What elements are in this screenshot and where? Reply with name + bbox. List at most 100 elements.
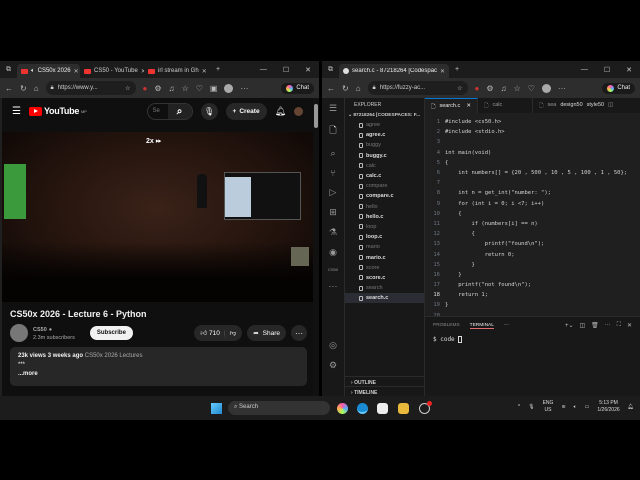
- start-button[interactable]: [211, 403, 222, 414]
- favorite-star-icon[interactable]: ☆: [125, 85, 130, 92]
- search-icon[interactable]: ⌕: [167, 103, 192, 119]
- file-item[interactable]: score: [345, 263, 424, 273]
- menu-icon[interactable]: ☰: [329, 103, 337, 114]
- account-avatar[interactable]: [294, 106, 303, 116]
- favorite-star-icon[interactable]: ☆: [457, 85, 462, 92]
- file-item[interactable]: compare.c: [345, 191, 424, 201]
- github-icon[interactable]: ◉: [329, 247, 337, 258]
- file-item[interactable]: hello: [345, 202, 424, 212]
- file-item[interactable]: hello.c: [345, 212, 424, 222]
- more-icon[interactable]: ···: [240, 84, 248, 93]
- close-tab-icon[interactable]: ✕: [74, 68, 79, 75]
- settings-icon[interactable]: ⚙: [486, 84, 493, 93]
- url-field[interactable]: 🔒︎ https://www.y... ☆: [45, 81, 136, 95]
- extension-icon[interactable]: ●: [475, 84, 480, 93]
- more-actions-button[interactable]: ···: [291, 325, 307, 341]
- back-icon[interactable]: ←: [5, 84, 13, 93]
- tab-cs50x-lecture[interactable]: 🔈︎ CS50x 2026 ✕: [17, 64, 80, 78]
- url-field[interactable]: 🔒︎ https://fuzzy-ac... ☆: [367, 81, 468, 95]
- copilot-chat-button[interactable]: Chat: [281, 82, 314, 94]
- file-item[interactable]: loop.c: [345, 232, 424, 242]
- profile-avatar[interactable]: [224, 83, 234, 93]
- subscribe-button[interactable]: Subscribe: [89, 326, 133, 340]
- refresh-icon[interactable]: ↻: [342, 84, 349, 93]
- playlist-link[interactable]: CS50x 2026 Lectures: [85, 353, 143, 359]
- file-item[interactable]: buggy: [345, 140, 424, 150]
- editor-tab-search[interactable]: 🗋 sea: [533, 98, 558, 113]
- design50-button[interactable]: design50: [558, 98, 584, 113]
- new-tab-button[interactable]: +: [449, 66, 465, 73]
- browser-essentials-icon[interactable]: ♡: [528, 84, 535, 93]
- file-item[interactable]: loop: [345, 222, 424, 232]
- code-editor[interactable]: 1 #include <cs50.h> 2 #include <stdio.h> 3 4 i…: [425, 113, 640, 321]
- editor-tab-search-c[interactable]: 🗋 search.c ✕: [425, 98, 478, 113]
- editor-tab-calc[interactable]: 🗋 calc: [478, 98, 533, 113]
- taskbar-search[interactable]: ⌕ Search: [228, 401, 330, 415]
- source-control-icon[interactable]: ⑂: [330, 168, 335, 178]
- workspaces-icon[interactable]: ⧉: [322, 66, 339, 74]
- file-item[interactable]: calc.c: [345, 171, 424, 181]
- store-app-icon[interactable]: [377, 403, 388, 414]
- notifications-bell-icon[interactable]: 🔔︎: [275, 106, 286, 117]
- outline-section[interactable]: › OUTLINE: [345, 376, 424, 386]
- channel-name[interactable]: CS50: [33, 327, 47, 333]
- refresh-icon[interactable]: ↻: [20, 84, 27, 93]
- home-icon[interactable]: ⌂: [34, 84, 39, 93]
- share-button[interactable]: ➦ Share: [247, 325, 286, 341]
- search-input[interactable]: Se: [148, 104, 168, 119]
- close-window-button[interactable]: ✕: [305, 66, 311, 74]
- favorites-icon[interactable]: ☆: [182, 84, 189, 93]
- close-panel-icon[interactable]: ✕: [627, 322, 632, 329]
- close-tab-icon[interactable]: ✕: [202, 68, 207, 75]
- clock[interactable]: 5:13 PM 1/26/2026: [597, 400, 619, 414]
- file-item[interactable]: calc: [345, 161, 424, 171]
- notifications-bell-icon[interactable]: 🔔︎: [628, 404, 634, 410]
- close-tab-icon[interactable]: ✕: [466, 103, 471, 109]
- home-icon[interactable]: ⌂: [356, 84, 361, 93]
- new-terminal-icon[interactable]: +⌄: [565, 322, 574, 329]
- tab-problems[interactable]: PROBLEMS: [433, 323, 460, 328]
- wifi-icon[interactable]: ≋: [561, 404, 565, 410]
- show-more-link[interactable]: ...more: [18, 370, 299, 379]
- media-icon[interactable]: ♫: [169, 84, 175, 93]
- testing-icon[interactable]: ⚗: [329, 227, 337, 238]
- video-player[interactable]: 2x ⏩︎: [2, 132, 313, 302]
- browser-essentials-icon[interactable]: ♡: [196, 84, 203, 93]
- file-item[interactable]: agree: [345, 120, 424, 130]
- manage-gear-icon[interactable]: ⚙: [329, 360, 337, 371]
- minus-icon[interactable]: —: [504, 323, 509, 328]
- youtube-logo[interactable]: YouTube MP: [28, 106, 87, 116]
- extension-icon[interactable]: ●: [143, 84, 148, 93]
- file-item[interactable]: buggy.c: [345, 151, 424, 161]
- file-item[interactable]: search: [345, 283, 424, 293]
- dislike-button[interactable]: 👎︎: [230, 329, 237, 337]
- tab-terminal[interactable]: TERMINAL: [469, 323, 494, 329]
- more-icon[interactable]: ···: [558, 84, 566, 93]
- battery-icon[interactable]: ▭: [585, 404, 590, 410]
- trash-icon[interactable]: 🗑︎: [591, 322, 599, 329]
- file-item[interactable]: compare: [345, 181, 424, 191]
- maximize-button[interactable]: ☐: [283, 66, 289, 74]
- search-box[interactable]: Se ⌕: [146, 102, 193, 120]
- maximize-panel-icon[interactable]: ⛶: [617, 322, 621, 329]
- file-item[interactable]: mario.c: [345, 252, 424, 262]
- workspaces-icon[interactable]: ⧉: [0, 66, 17, 74]
- voice-search-button[interactable]: 🎙︎: [200, 102, 218, 120]
- chevron-up-icon[interactable]: ^: [518, 404, 520, 410]
- workspace-root[interactable]: ⌄ 87218264 [CODESPACES: F...: [345, 111, 424, 120]
- copilot-chat-button[interactable]: Chat: [602, 82, 635, 94]
- explorer-icon[interactable]: 🗋: [329, 123, 336, 139]
- speaker-icon[interactable]: 🔈︎: [31, 68, 35, 75]
- search-icon[interactable]: ⌕: [330, 148, 335, 159]
- tab-search-c[interactable]: search.c - 87218264 [Codespaces: ✕: [339, 64, 449, 78]
- terminal[interactable]: $ code: [425, 334, 640, 345]
- scrollbar-thumb[interactable]: [314, 104, 318, 128]
- clock-app-icon[interactable]: [419, 401, 432, 414]
- close-tab-icon[interactable]: ✕: [440, 68, 445, 75]
- description-box[interactable]: 23k views 3 weeks ago CS50x 2026 Lecture…: [10, 347, 307, 386]
- style50-button[interactable]: style50: [585, 98, 606, 113]
- settings-icon[interactable]: ⚙: [154, 84, 161, 93]
- tab-cs50-youtube[interactable]: CS50 - YouTube ✕: [80, 64, 144, 78]
- menu-icon[interactable]: ☰: [12, 106, 21, 117]
- edge-app-icon[interactable]: [357, 403, 368, 414]
